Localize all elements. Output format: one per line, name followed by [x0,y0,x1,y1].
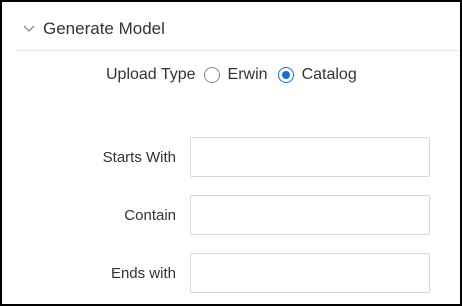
erwin-radio-label[interactable]: Erwin [228,66,268,84]
catalog-radio[interactable] [277,67,294,83]
catalog-radio-label[interactable]: Catalog [302,66,357,84]
starts-with-input[interactable] [190,137,430,177]
starts-with-label: Starts With [102,149,176,166]
chevron-down-icon [21,21,37,37]
contain-input[interactable] [190,195,430,235]
contain-label: Contain [124,207,176,224]
section-title: Generate Model [43,19,165,38]
generate-model-section-toggle[interactable]: Generate Model [21,19,165,39]
upload-type-group: Upload Type Erwin Catalog [106,66,367,84]
generate-model-panel: Generate Model Upload Type Erwin Catalog… [0,0,462,306]
section-divider [16,50,458,51]
ends-with-label: Ends with [110,265,176,282]
ends-with-input[interactable] [190,253,430,293]
upload-type-label: Upload Type [106,66,196,83]
erwin-radio[interactable] [203,67,220,83]
